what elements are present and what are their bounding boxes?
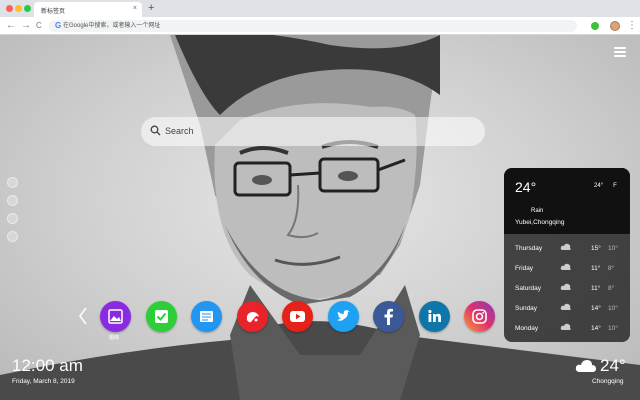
facebook-icon — [384, 308, 393, 325]
weather-current: 24° 24° F Rain Yubei,Chongqing — [504, 168, 630, 234]
app-gallery-button[interactable] — [100, 301, 131, 332]
forecast-row: Monday 14° 10° — [504, 319, 630, 339]
settings-menu-icon[interactable] — [614, 47, 626, 57]
weather-location: Yubei,Chongqing — [515, 219, 565, 226]
address-bar[interactable]: G 在Google中搜索，或者输入一个网址 — [49, 20, 577, 32]
check-icon — [155, 310, 168, 323]
browser-tab-strip: 新标签页 × + — [0, 0, 640, 17]
youtube-icon — [290, 311, 305, 322]
social-facebook-icon[interactable] — [7, 177, 18, 188]
weather-widget[interactable]: 24° 24° F Rain Yubei,Chongqing Thursday 1… — [504, 168, 630, 342]
browser-tab[interactable]: 新标签页 × — [34, 2, 142, 17]
forecast-row: Thursday 15° 10° — [504, 239, 630, 259]
cloud-rain-icon — [560, 243, 571, 250]
social-share-icon[interactable] — [7, 231, 18, 242]
linkedin-icon — [428, 309, 441, 322]
app-instagram-button[interactable] — [464, 301, 495, 332]
tab-title: 新标签页 — [41, 9, 66, 15]
gallery-icon — [108, 309, 123, 324]
app-gallery-label: 图库 — [109, 335, 120, 341]
forward-button[interactable]: → — [21, 19, 31, 32]
forecast-low: 8° — [608, 285, 615, 292]
cloud-rain-icon — [560, 283, 571, 290]
app-youtube-button[interactable] — [282, 301, 313, 332]
weather-condition: Rain — [531, 208, 544, 214]
forecast-day: Thursday — [515, 245, 543, 252]
browser-menu-icon[interactable]: ⋮ — [627, 19, 637, 32]
weather-hi: 24° — [594, 183, 604, 189]
app-twitter-button[interactable] — [328, 301, 359, 332]
forecast-day: Monday — [515, 325, 539, 332]
app-games-button[interactable] — [237, 301, 268, 332]
forecast-day: Sunday — [515, 305, 538, 312]
cloud-rain-icon — [560, 263, 571, 270]
note-icon — [200, 311, 213, 322]
forecast-low: 8° — [608, 265, 615, 272]
search-icon — [150, 125, 161, 136]
extension-icon[interactable] — [591, 22, 599, 30]
google-icon: G — [55, 21, 62, 30]
clock-time: 12:00 am — [12, 356, 83, 375]
reload-button[interactable]: C — [36, 19, 42, 32]
forecast-day: Friday — [515, 265, 534, 272]
address-bar-placeholder: 在Google中搜索，或者输入一个网址 — [63, 23, 161, 29]
bottom-weather-city: Chongqing — [592, 378, 624, 385]
weather-temp: 24° — [515, 179, 537, 195]
forecast-high: 11° — [591, 285, 601, 292]
window-maximize-button[interactable] — [24, 5, 31, 12]
browser-toolbar: ← → C G 在Google中搜索，或者输入一个网址 ⋮ — [0, 17, 640, 35]
forecast-low: 10° — [608, 245, 618, 252]
new-tab-button[interactable]: + — [148, 2, 154, 14]
forecast-high: 14° — [591, 325, 601, 332]
weather-unit-toggle[interactable]: F — [613, 183, 617, 189]
forecast-low: 10° — [608, 305, 618, 312]
app-linkedin-button[interactable] — [419, 301, 450, 332]
app-tasks-button[interactable] — [146, 301, 177, 332]
forecast-row: Saturday 11° 8° — [504, 279, 630, 299]
tab-close-button[interactable]: × — [133, 5, 137, 12]
forecast-high: 11° — [591, 265, 601, 272]
chevron-left-icon[interactable] — [78, 306, 88, 326]
social-google-icon[interactable] — [7, 213, 18, 224]
search-bar[interactable]: Search — [141, 117, 485, 146]
forecast-row: Friday 11° 8° — [504, 259, 630, 279]
search-placeholder: Search — [165, 126, 194, 136]
clock-date: Friday, March 8, 2019 — [12, 378, 75, 385]
forecast-day: Saturday — [515, 285, 542, 292]
forecast-row: Sunday 14° 10° — [504, 299, 630, 319]
window-close-button[interactable] — [6, 5, 13, 12]
app-facebook-button[interactable] — [373, 301, 404, 332]
game-icon — [246, 312, 259, 323]
new-tab-page: Search 24° 24° F Rain Yubei,Chongqing Thu… — [0, 35, 640, 400]
forecast-high: 14° — [591, 305, 601, 312]
profile-avatar[interactable] — [610, 21, 620, 31]
cloud-rain-icon — [560, 323, 571, 330]
weather-hi-lo: 24° F — [594, 182, 627, 190]
social-twitter-icon[interactable] — [7, 195, 18, 206]
bottom-weather-temp: 24° — [600, 356, 626, 375]
app-notes-button[interactable] — [191, 301, 222, 332]
back-button[interactable]: ← — [6, 19, 16, 32]
instagram-icon — [472, 309, 487, 324]
twitter-icon — [337, 310, 350, 321]
window-minimize-button[interactable] — [15, 5, 22, 12]
cloud-icon — [575, 360, 596, 372]
cloud-rain-icon — [560, 303, 571, 310]
forecast-low: 10° — [608, 325, 618, 332]
forecast-high: 15° — [591, 245, 601, 252]
